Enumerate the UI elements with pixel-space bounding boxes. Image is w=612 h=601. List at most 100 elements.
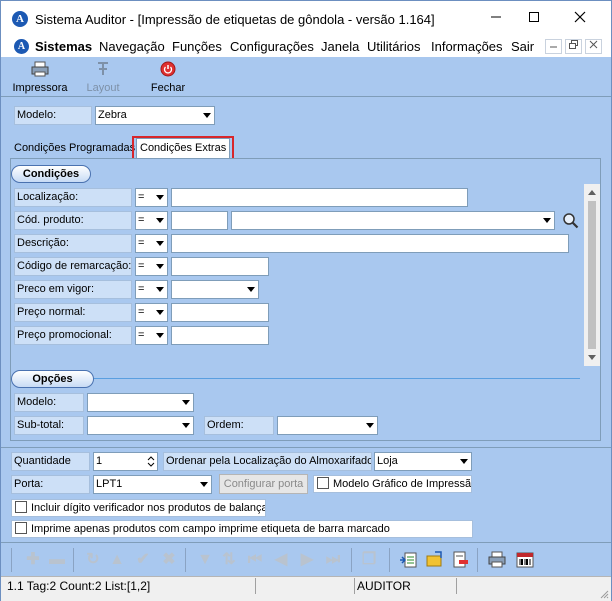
folder-transfer-icon[interactable] [425,550,445,570]
first-record-icon[interactable]: ⏮ [245,550,265,570]
maximize-button[interactable] [511,1,557,36]
previous-record-icon[interactable]: ◀ [271,550,291,570]
close-label: Fechar [150,82,186,94]
ordem-label: Ordem: [204,416,274,435]
options-group-title: Opções [11,370,94,388]
cod-produto-input[interactable] [171,211,228,230]
mdi-restore-button[interactable] [565,39,582,54]
print-icon[interactable] [487,550,507,570]
modelo-grafico-checkbox[interactable]: Modelo Gráfico de Impressão [313,475,472,493]
move-up-icon[interactable]: ▲ [107,550,127,570]
localizacao-input[interactable] [171,188,468,207]
imprime-apenas-checkbox[interactable]: Imprime apenas produtos com campo imprim… [11,520,473,538]
scroll-thumb[interactable] [588,201,596,349]
last-record-icon[interactable]: ⏭ [323,550,343,570]
printer-button[interactable]: Impressora [11,61,69,94]
chevron-down-icon [366,423,374,428]
menu-configuracoes[interactable]: Configurações [230,39,314,54]
quantidade-label: Quantidade [11,452,90,471]
close-window-button[interactable] [557,1,603,36]
configurar-porta-button[interactable]: Configurar porta [219,474,308,494]
menu-funcoes[interactable]: Funções [172,39,222,54]
menu-informacoes[interactable]: Informações [431,39,503,54]
codigo-remarcacao-operator-select[interactable]: = [135,257,168,276]
add-record-icon[interactable]: ✚ [23,550,43,570]
quantidade-spinner[interactable]: 1 [93,452,158,471]
ordenar-localizacao-value: Loja [377,455,398,467]
chevron-down-icon [156,287,164,292]
modelo-select[interactable]: Zebra [95,106,215,125]
preco-vigor-select[interactable] [171,280,259,299]
preco-normal-operator: = [138,306,145,318]
layout-label: Layout [86,82,120,94]
preco-normal-operator-select[interactable]: = [135,303,168,322]
sort-icon[interactable]: ⇅ [219,550,239,570]
preco-promocional-operator: = [138,329,145,341]
preco-promocional-label: Preço promocional: [14,326,132,345]
preco-normal-label: Preço normal: [14,303,132,322]
minimize-icon [491,16,501,18]
codigo-remarcacao-input[interactable] [171,257,269,276]
porta-select[interactable]: LPT1 [93,475,212,494]
scroll-down-arrow-icon[interactable] [588,355,596,360]
resize-grip-icon[interactable] [599,589,609,599]
descricao-operator-select[interactable]: = [135,234,168,253]
refresh-icon[interactable]: ↻ [83,550,103,570]
spinner-arrows-icon[interactable] [147,455,155,468]
report-icon[interactable] [451,550,471,570]
ordem-select[interactable] [277,416,378,435]
remove-record-icon[interactable]: ▬ [47,550,67,570]
conditions-scrollbar[interactable] [584,184,600,366]
menu-sair[interactable]: Sair [511,39,534,54]
produto-select[interactable] [231,211,555,230]
preco-promocional-input[interactable] [171,326,269,345]
mdi-minimize-button[interactable] [545,39,562,54]
confirm-icon[interactable]: ✔ [133,550,153,570]
menu-sistemas[interactable]: Sistemas [35,39,92,54]
incluir-digito-checkbox[interactable]: Incluir dígito verificador nos produtos … [11,499,266,517]
next-record-icon[interactable]: ▶ [297,550,317,570]
mdi-close-button[interactable] [585,39,602,54]
restore-icon [569,40,578,49]
ordenar-localizacao-select[interactable]: Loja [374,452,472,471]
minimize-icon [550,46,557,48]
scroll-up-arrow-icon[interactable] [588,190,596,195]
subtotal-select[interactable] [87,416,194,435]
preco-vigor-operator-select[interactable]: = [135,280,168,299]
checkbox-icon[interactable] [15,522,27,535]
title-bar: A Sistema Auditor - [Impressão de etique… [1,1,611,36]
layout-button[interactable]: Layout [81,61,125,94]
quantidade-value: 1 [96,455,103,467]
conditions-group-title: Condições [11,165,91,183]
export-icon[interactable] [399,550,419,570]
preco-normal-input[interactable] [171,303,269,322]
incluir-digito-label: Incluir dígito verificador nos produtos … [31,502,266,514]
menu-navegacao[interactable]: Navegação [99,39,165,54]
menu-janela[interactable]: Janela [321,39,359,54]
search-icon[interactable] [562,212,579,229]
preco-promocional-operator-select[interactable]: = [135,326,168,345]
cod-produto-operator-select[interactable]: = [135,211,168,230]
chevron-down-icon [156,218,164,223]
options-modelo-select[interactable] [87,393,194,412]
tab-condicoes-programadas[interactable]: Condições Programadas [11,139,139,159]
options-modelo-label: Modelo: [14,393,84,412]
copy-icon[interactable]: ❐ [359,550,379,570]
chevron-down-icon [156,310,164,315]
close-button[interactable]: Fechar [147,61,189,94]
barcode-label-icon[interactable] [515,550,535,570]
menu-utilitarios[interactable]: Utilitários [367,39,420,54]
descricao-input[interactable] [171,234,569,253]
codigo-remarcacao-label: Código de remarcação: [14,257,132,276]
conditions-group-label: Condições [22,168,80,180]
options-group-label: Opções [32,373,73,385]
checkbox-icon[interactable] [15,501,27,514]
filter-icon[interactable]: ▼ [195,550,215,570]
localizacao-operator-select[interactable]: = [135,188,168,207]
cancel-icon[interactable]: ✖ [159,550,179,570]
checkbox-icon[interactable] [317,477,329,490]
maximize-icon [529,12,539,22]
close-icon [574,11,586,23]
modelo-value: Zebra [98,109,127,121]
status-bar: 1.1 Tag:2 Count:2 List:[1,2] AUDITOR [1,576,611,601]
